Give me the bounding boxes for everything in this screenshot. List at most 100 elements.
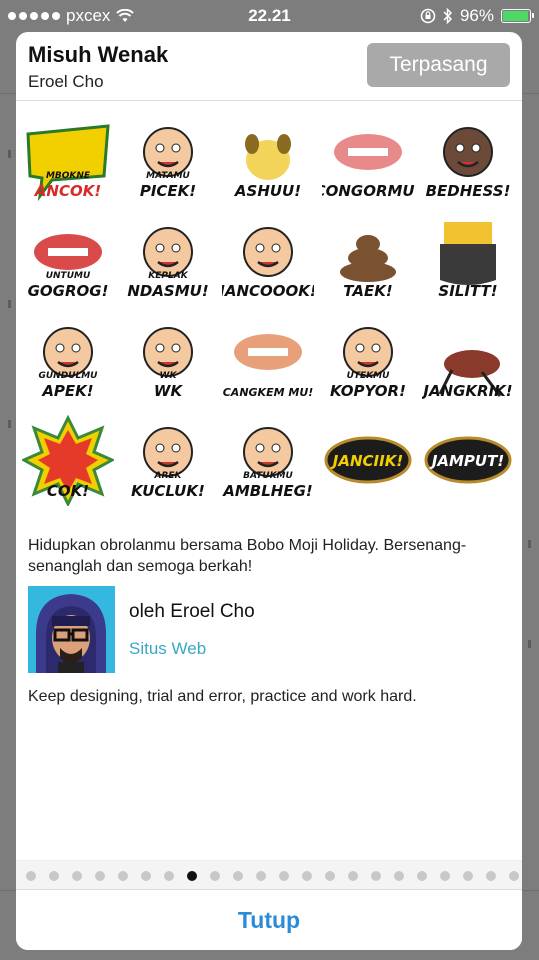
sticker-caption: CANGKEM MU!: [223, 386, 314, 399]
page-dot[interactable]: [371, 871, 381, 881]
sticker-caption: ANCOK!: [34, 182, 101, 200]
sticker-art: JANCOOOK!: [222, 227, 314, 300]
page-dot[interactable]: [325, 871, 335, 881]
wk-wk-sticker[interactable]: WK WK: [120, 312, 216, 408]
page-dot[interactable]: [348, 871, 358, 881]
page-dot[interactable]: [233, 871, 243, 881]
page-dot[interactable]: [164, 871, 174, 881]
janciik-sticker[interactable]: JANCIIK!: [320, 412, 416, 508]
page-dot[interactable]: [26, 871, 36, 881]
sticker-art: JANGKRIK!: [422, 350, 513, 400]
sticker-art: GUNDULMUAPEK!: [38, 327, 98, 400]
page-dot[interactable]: [486, 871, 496, 881]
matamu-picek-sticker[interactable]: MATAMU PICEK!: [120, 112, 216, 208]
close-button[interactable]: Tutup: [16, 890, 522, 950]
page-dot[interactable]: [509, 871, 519, 881]
sticker-caption: JAMPUT!: [429, 452, 504, 470]
jamput-sticker[interactable]: JAMPUT!: [420, 412, 516, 508]
bedhess-sticker[interactable]: BEDHESS!: [420, 112, 516, 208]
page-dot[interactable]: [394, 871, 404, 881]
sticker-caption: TAEK!: [343, 282, 392, 300]
sticker-caption: JANGKRIK!: [422, 382, 513, 400]
sticker-art: CONGORMU!: [322, 134, 414, 200]
website-link[interactable]: Situs Web: [129, 639, 206, 659]
sticker-subcaption: UTEKMU: [347, 371, 391, 381]
sticker-caption: PICEK!: [140, 182, 196, 200]
creator-row: oleh Eroel Cho Situs Web: [28, 586, 508, 674]
congormu-sticker[interactable]: CONGORMU!: [320, 112, 416, 208]
sheet-header: Misuh Wenak Eroel Cho Terpasang: [16, 32, 522, 101]
sticker-art: MBOKNEANCOK!: [26, 124, 110, 202]
cok-sticker[interactable]: COK!: [20, 412, 116, 508]
page-dot[interactable]: [440, 871, 450, 881]
sticker-caption: AMBLHEG!: [222, 482, 312, 500]
page-dot[interactable]: [95, 871, 105, 881]
sticker-caption: ASHUU!: [234, 182, 301, 200]
pack-title: Misuh Wenak: [28, 42, 169, 67]
untumu-gogrog-sticker[interactable]: UNTUMU GOGROG!: [20, 212, 116, 308]
sticker-art: AREKKUCLUK!: [131, 427, 205, 500]
pack-description: Hidupkan obrolanmu bersama Bobo Moji Hol…: [28, 537, 467, 575]
sticker-caption: APEK!: [41, 382, 93, 400]
battery-icon: [501, 9, 534, 23]
sticker-art: WKWK: [143, 327, 193, 400]
mbokne-ancok-sticker[interactable]: MBOKNE ANCOK!: [20, 112, 116, 208]
sticker-caption: KOPYOR!: [330, 382, 406, 400]
batukmu-amblheg-sticker[interactable]: BATUKMU AMBLHEG!: [220, 412, 316, 508]
sticker-subcaption: MATAMU: [146, 171, 190, 181]
installed-button[interactable]: Terpasang: [367, 43, 510, 87]
page-dot[interactable]: [256, 871, 266, 881]
taek-sticker[interactable]: TAEK!: [320, 212, 416, 308]
sticker-caption: COK!: [47, 482, 89, 500]
status-bar: pxcex 22.21 96%: [0, 0, 539, 32]
bluetooth-icon: [443, 8, 453, 24]
sticker-art: JANCIIK!: [324, 436, 412, 484]
page-dot[interactable]: [210, 871, 220, 881]
page-dot[interactable]: [279, 871, 289, 881]
sticker-art: MATAMUPICEK!: [140, 127, 196, 200]
sticker-pack-sheet: Misuh Wenak Eroel Cho Terpasang MBOKNE AN…: [16, 32, 522, 950]
page-dot[interactable]: [72, 871, 82, 881]
sticker-art: JAMPUT!: [424, 436, 512, 484]
page-dot[interactable]: [141, 871, 151, 881]
page-dot[interactable]: [302, 871, 312, 881]
gundulmu-apek-sticker[interactable]: GUNDULMU APEK!: [20, 312, 116, 408]
silitt-sticker[interactable]: SILITT!: [420, 212, 516, 308]
sticker-art: COK!: [22, 414, 114, 506]
utekmu-kopyor-sticker[interactable]: UTEKMU KOPYOR!: [320, 312, 416, 408]
page-dot[interactable]: [49, 871, 59, 881]
sticker-caption: BEDHESS!: [426, 182, 511, 200]
jangkrik-sticker[interactable]: JANGKRIK!: [420, 312, 516, 408]
page-dot[interactable]: [417, 871, 427, 881]
sticker-caption: KUCLUK!: [131, 482, 205, 500]
pack-author: Eroel Cho: [28, 72, 104, 91]
arek-kucluk-sticker[interactable]: AREK KUCLUK!: [120, 412, 216, 508]
sticker-caption: NDASMU!: [127, 282, 208, 300]
sticker-art: BATUKMUAMBLHEG!: [222, 427, 313, 500]
sticker-art: BEDHESS!: [426, 127, 511, 200]
sticker-caption: JANCIIK!: [330, 452, 403, 470]
sticker-caption: JANCOOOK!: [222, 282, 314, 300]
cangkem-mu-sticker[interactable]: CANGKEM MU!: [220, 312, 316, 408]
page-dot[interactable]: [463, 871, 473, 881]
sheet-footer: Tutup: [16, 889, 522, 950]
battery-percent: 96%: [459, 6, 494, 25]
battery-level-fill: [503, 11, 528, 21]
page-dot[interactable]: [118, 871, 128, 881]
sticker-art: SILITT!: [438, 222, 498, 300]
sticker-caption: CONGORMU!: [322, 182, 414, 200]
keplak-ndasmu-sticker[interactable]: KEPLAK NDASMU!: [120, 212, 216, 308]
ashuu-sticker[interactable]: ASHUU!: [220, 112, 316, 208]
jancoook-sticker[interactable]: JANCOOOK!: [220, 212, 316, 308]
page-dot[interactable]: [187, 871, 197, 881]
sticker-caption: GOGROG!: [28, 282, 109, 300]
sticker-caption: SILITT!: [438, 282, 497, 300]
sticker-art: UNTUMUGOGROG!: [28, 234, 109, 300]
sticker-art: TAEK!: [340, 235, 396, 300]
page-indicator[interactable]: [16, 860, 522, 891]
creator-tagline: Keep designing, trial and error, practic…: [28, 688, 417, 705]
sticker-subcaption: WK: [160, 371, 178, 381]
sticker-subcaption: KEPLAK: [148, 271, 188, 281]
sticker-subcaption: GUNDULMU: [38, 371, 98, 381]
sticker-art: CANGKEM MU!: [223, 334, 314, 399]
